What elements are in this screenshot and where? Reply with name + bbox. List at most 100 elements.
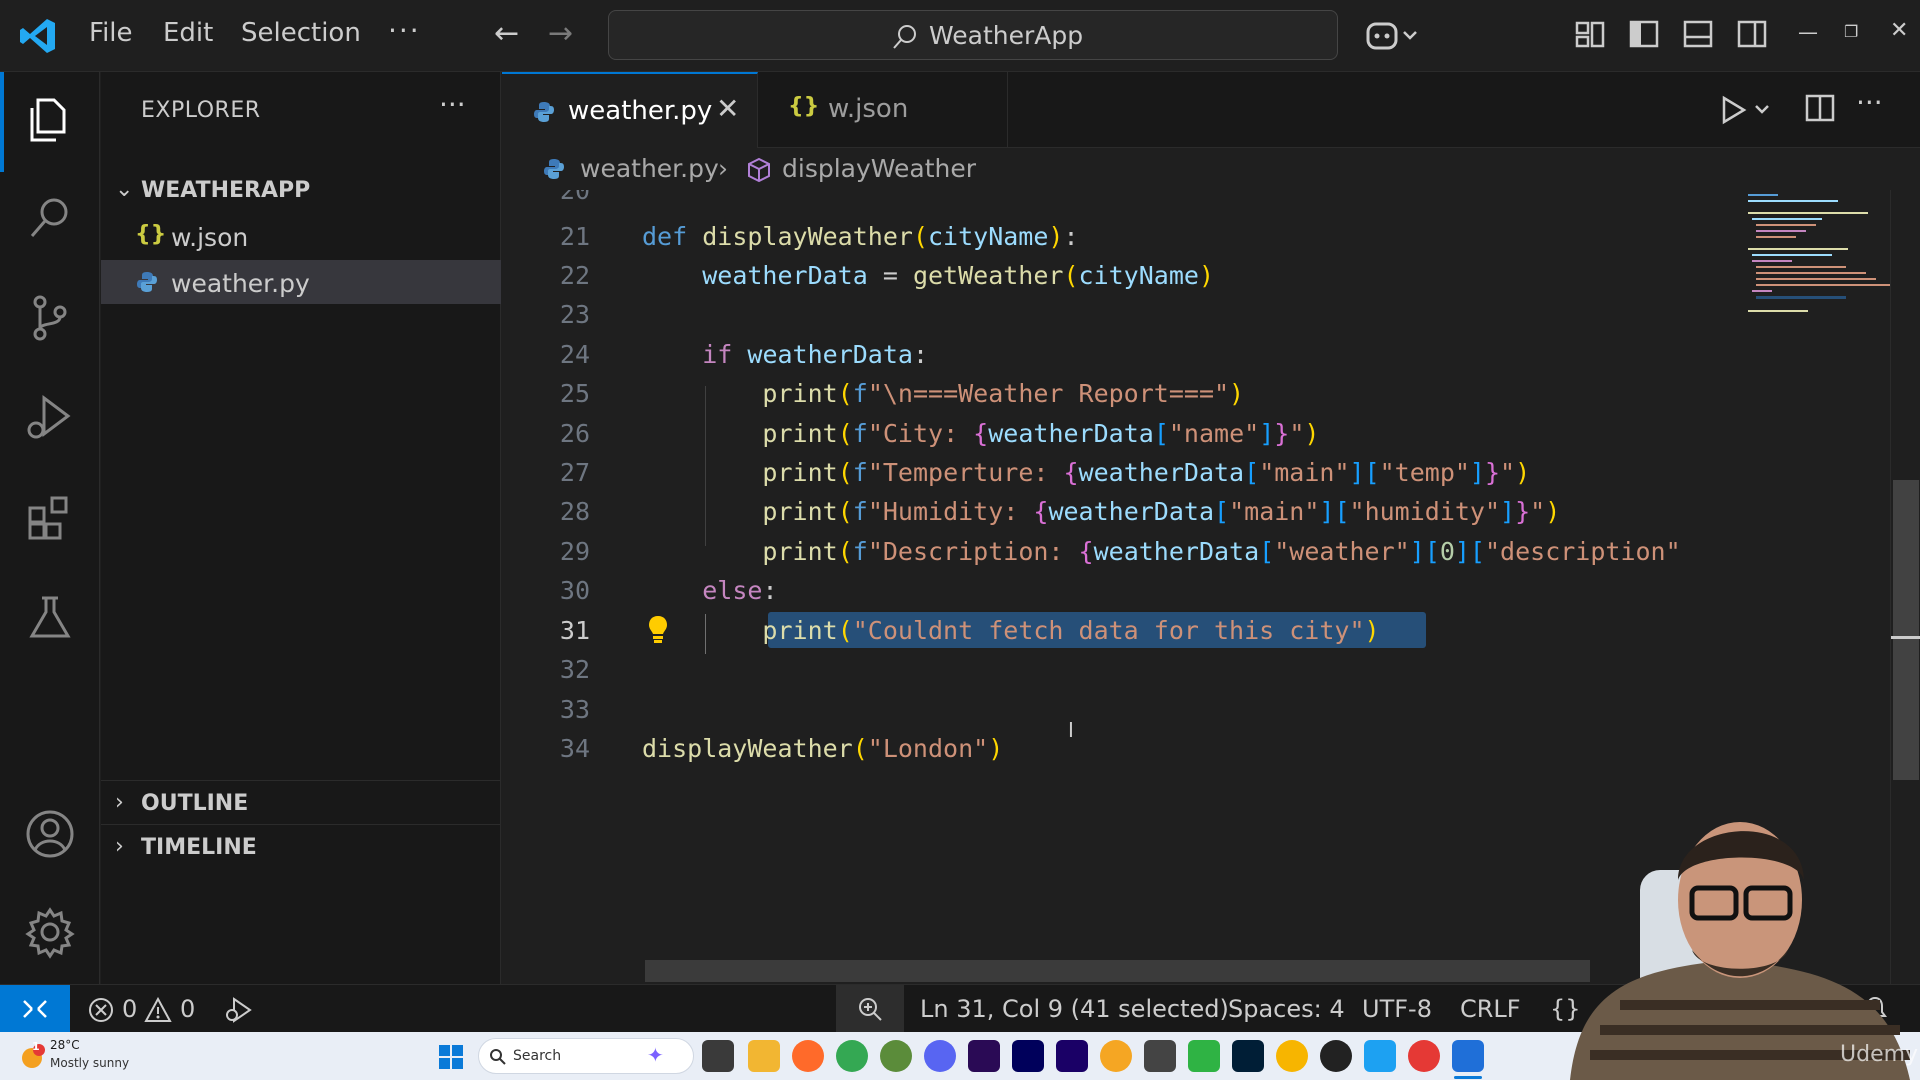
file-item-weather-py[interactable]: weather.py (101, 260, 501, 304)
code-line-22: weatherData = getWeather(cityName) (702, 261, 1215, 290)
audition-icon[interactable] (1012, 1040, 1044, 1072)
debug-attach-icon[interactable] (222, 995, 254, 1025)
method-cube-icon (748, 157, 770, 183)
obs-icon[interactable] (1320, 1040, 1352, 1072)
horizontal-scrollbar[interactable] (645, 960, 1590, 982)
active-app-indicator (1454, 1076, 1482, 1079)
chrome-icon[interactable] (836, 1040, 868, 1072)
weather-description[interactable]: Mostly sunny (50, 1056, 129, 1070)
activity-bar (0, 72, 100, 984)
menu-selection[interactable]: Selection (241, 18, 361, 48)
vscode-taskbar-icon[interactable] (1452, 1040, 1484, 1072)
explorer-icon[interactable] (22, 92, 78, 148)
outline-section[interactable]: › OUTLINE (101, 780, 501, 824)
line-number: 34 (559, 734, 590, 763)
taskbar-search[interactable]: Search ✦ (478, 1038, 694, 1074)
tab-w-json[interactable]: {} w.json (758, 72, 1008, 148)
text-cursor-icon: I (1068, 718, 1074, 742)
run-python-file-icon[interactable] (1718, 92, 1778, 128)
menu-edit[interactable]: Edit (163, 18, 213, 48)
app-icon-3[interactable] (1364, 1040, 1396, 1072)
remote-indicator[interactable] (0, 985, 70, 1033)
restore-icon[interactable]: ❐ (1844, 22, 1858, 41)
zoom-indicator[interactable] (836, 985, 904, 1033)
testing-icon[interactable] (22, 590, 78, 646)
editor-tabs: weather.py ✕ {} w.json ··· (502, 72, 1920, 148)
back-arrow-icon[interactable]: ← (494, 16, 519, 51)
command-center-search[interactable]: WeatherApp (608, 10, 1338, 60)
breadcrumb-symbol[interactable]: displayWeather (782, 154, 976, 183)
active-indicator (0, 72, 4, 172)
source-control-icon[interactable] (22, 290, 78, 346)
line-number: 25 (559, 379, 590, 408)
forward-arrow-icon[interactable]: → (548, 16, 573, 51)
chrome-profile-icon[interactable] (1408, 1040, 1440, 1072)
tab-label: w.json (828, 94, 909, 124)
settings-gear-icon[interactable] (22, 904, 78, 960)
task-view-icon[interactable] (702, 1040, 734, 1072)
toggle-secondary-sidebar-icon[interactable] (1736, 18, 1768, 50)
error-icon[interactable] (88, 997, 114, 1023)
close-window-icon[interactable]: ✕ (1890, 18, 1908, 43)
file-item-w-json[interactable]: {} w.json (101, 214, 501, 258)
code-line-24: if weatherData: (702, 340, 929, 369)
copilot-sparkle-icon: ✦ (647, 1043, 664, 1067)
accounts-icon[interactable] (22, 806, 78, 862)
close-tab-icon[interactable]: ✕ (716, 92, 739, 125)
firefox-icon[interactable] (792, 1040, 824, 1072)
warning-count[interactable]: 0 (180, 995, 195, 1023)
copilot-icon[interactable] (1364, 16, 1420, 56)
explorer-more-icon[interactable]: ··· (439, 88, 466, 121)
media-encoder-icon[interactable] (1056, 1040, 1088, 1072)
premiere-icon[interactable] (968, 1040, 1000, 1072)
breadcrumb-file[interactable]: weather.py (580, 154, 719, 183)
vscode-logo-icon[interactable] (18, 16, 58, 56)
title-bar: File Edit Selection ··· ← → WeatherApp —… (0, 0, 1920, 72)
line-number: 22 (559, 261, 590, 290)
code-line-26: print(f"City: {weatherData["name"]}") (762, 419, 1320, 448)
toggle-primary-sidebar-icon[interactable] (1628, 18, 1660, 50)
warning-icon[interactable] (144, 997, 172, 1023)
explorer-title: EXPLORER (141, 98, 261, 123)
blender-icon[interactable] (1100, 1040, 1132, 1072)
windows-start-icon[interactable] (438, 1044, 464, 1070)
split-editor-icon[interactable] (1804, 92, 1836, 124)
end-of-line[interactable]: CRLF (1460, 995, 1521, 1023)
indentation[interactable]: Spaces: 4 (1228, 995, 1345, 1023)
customize-layout-icon[interactable] (1574, 18, 1606, 50)
search-view-icon[interactable] (22, 190, 78, 246)
project-folder-header[interactable]: ⌄ WEATHERAPP (101, 168, 501, 212)
cursor-position[interactable]: Ln 31, Col 9 (41 selected) (920, 995, 1229, 1023)
scrollbar-thumb[interactable] (1893, 480, 1919, 780)
line-number: 29 (559, 537, 590, 566)
line-number: 20 (559, 190, 590, 205)
file-explorer-icon[interactable] (748, 1040, 780, 1072)
code-line-27: print(f"Temperture: {weatherData["main"]… (762, 458, 1531, 487)
menu-more-icon[interactable]: ··· (388, 14, 421, 47)
cursor-position-marker (1891, 636, 1920, 639)
toggle-panel-icon[interactable] (1682, 18, 1714, 50)
weather-temperature[interactable]: 28°C (50, 1038, 80, 1052)
python-file-icon (534, 102, 554, 122)
editor-more-icon[interactable]: ··· (1856, 86, 1883, 119)
chevron-right-icon: › (115, 790, 124, 815)
lock-app-icon[interactable] (1188, 1040, 1220, 1072)
app-icon[interactable] (880, 1040, 912, 1072)
code-line-21: def displayWeather(cityName): (642, 222, 1079, 251)
discord-icon[interactable] (924, 1040, 956, 1072)
photoshop-icon[interactable] (1232, 1040, 1264, 1072)
extensions-icon[interactable] (22, 490, 78, 546)
app-icon-2[interactable] (1276, 1040, 1308, 1072)
timeline-section[interactable]: › TIMELINE (101, 824, 501, 868)
menu-file[interactable]: File (89, 18, 133, 48)
line-number: 24 (559, 340, 590, 369)
search-icon (490, 1049, 506, 1065)
run-debug-icon[interactable] (22, 390, 78, 446)
minimize-icon[interactable]: — (1798, 20, 1818, 44)
tab-weather-py[interactable]: weather.py ✕ (502, 72, 758, 148)
code-editor[interactable]: 20 21 22 23 24 25 26 27 28 29 30 31 32 3… (502, 190, 1738, 984)
error-count[interactable]: 0 (122, 995, 137, 1023)
udemy-watermark: Udemy (1840, 1042, 1919, 1067)
clapper-icon[interactable] (1144, 1040, 1176, 1072)
file-encoding[interactable]: UTF-8 (1362, 995, 1432, 1023)
